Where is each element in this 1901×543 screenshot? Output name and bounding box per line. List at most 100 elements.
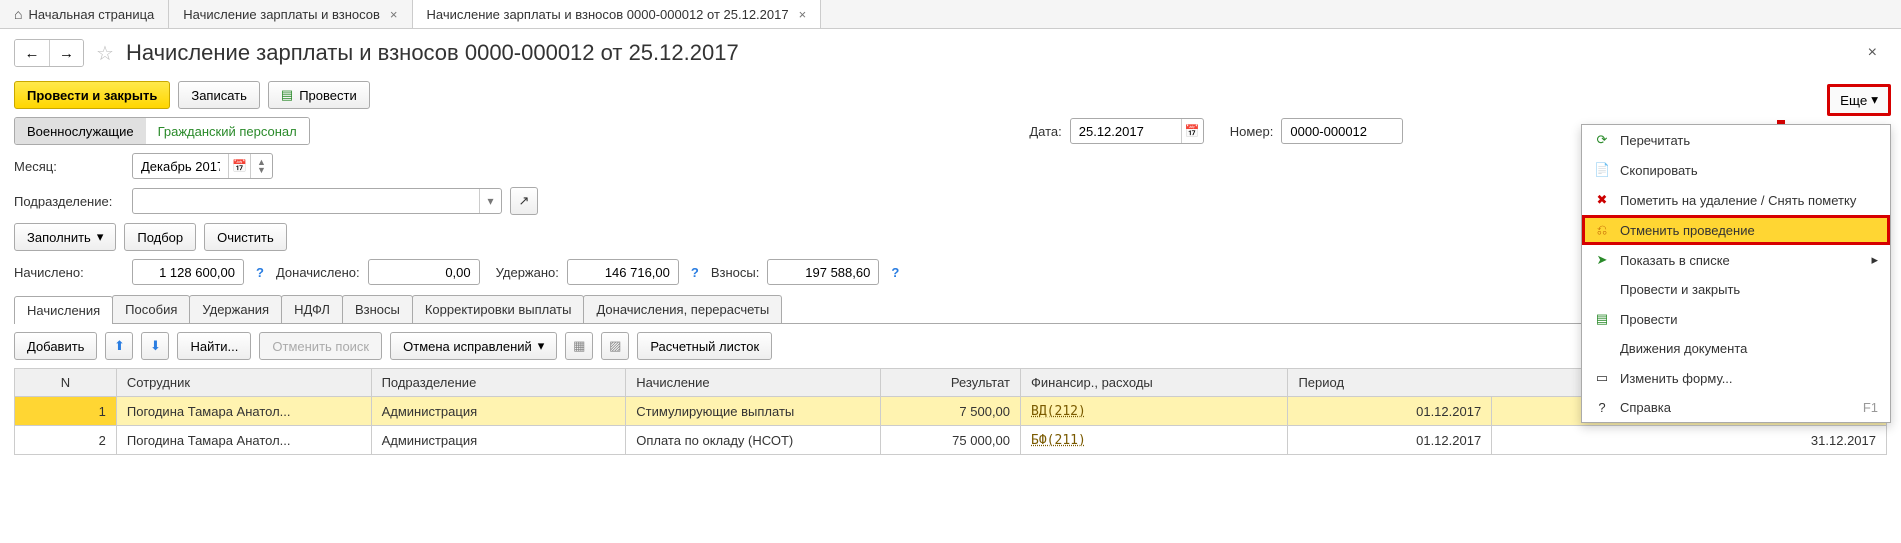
menu-label: Перечитать <box>1620 133 1690 148</box>
back-button[interactable]: ← <box>15 40 49 66</box>
personnel-toggle: Военнослужащие Гражданский персонал <box>14 117 310 145</box>
col-accrual[interactable]: Начисление <box>626 369 881 397</box>
tab-doc2[interactable]: Начисление зарплаты и взносов 0000-00001… <box>413 0 822 28</box>
number-field[interactable] <box>1282 124 1402 139</box>
withheld-field[interactable] <box>568 265 678 280</box>
number-label: Номер: <box>1230 124 1274 139</box>
cell-accrual: Стимулирующие выплаты <box>626 397 881 426</box>
menu-moves[interactable]: Движения документа <box>1582 334 1890 363</box>
menu-show-in-list[interactable]: ➤Показать в списке▸ <box>1582 245 1890 275</box>
help-icon: ? <box>1594 400 1610 415</box>
chevron-down-icon: ▾ <box>1871 92 1878 108</box>
calendar-icon[interactable]: 📅 <box>228 154 250 178</box>
menu-undo-post[interactable]: ⎌Отменить проведение <box>1582 215 1890 245</box>
favorite-icon[interactable]: ☆ <box>96 41 114 66</box>
find-button[interactable]: Найти... <box>177 332 251 360</box>
close-icon[interactable]: × <box>390 7 398 22</box>
subtab-recalc[interactable]: Доначисления, перерасчеты <box>583 295 782 323</box>
menu-label: Справка <box>1620 400 1671 415</box>
cancel-fix-button[interactable]: Отмена исправлений ▾ <box>390 332 557 360</box>
more-button[interactable]: Еще ▾ <box>1827 84 1891 116</box>
forward-button[interactable]: → <box>49 40 83 66</box>
month-field[interactable] <box>133 159 228 174</box>
cell-employee: Погодина Тамара Анатол... <box>116 426 371 455</box>
help-icon[interactable]: ? <box>887 265 903 280</box>
form-icon: ▭ <box>1594 370 1610 386</box>
financing-link[interactable]: БФ(211) <box>1031 433 1086 448</box>
menu-label: Провести и закрыть <box>1620 282 1740 297</box>
menu-post[interactable]: ▤Провести <box>1582 304 1890 334</box>
contrib-label: Взносы: <box>711 265 760 280</box>
help-icon[interactable]: ? <box>687 265 703 280</box>
department-field[interactable] <box>133 194 479 209</box>
col-employee[interactable]: Сотрудник <box>116 369 371 397</box>
accrued-label: Начислено: <box>14 265 124 280</box>
chevron-down-icon: ▾ <box>97 229 104 245</box>
subtab-corrections[interactable]: Корректировки выплаты <box>412 295 585 323</box>
tool-icon-1[interactable]: ▦ <box>565 332 593 360</box>
date-field[interactable] <box>1071 124 1181 139</box>
payslip-button[interactable]: Расчетный листок <box>637 332 772 360</box>
cell-period-from: 01.12.2017 <box>1288 426 1492 455</box>
chevron-down-icon: ▾ <box>538 338 545 354</box>
tab-label: Начисление зарплаты и взносов <box>183 7 380 22</box>
pick-button[interactable]: Подбор <box>124 223 196 251</box>
post-and-close-button[interactable]: Провести и закрыть <box>14 81 170 109</box>
department-input[interactable]: ▾ <box>132 188 502 214</box>
col-financing[interactable]: Финансир., расходы <box>1021 369 1288 397</box>
fill-label: Заполнить <box>27 230 91 245</box>
col-result[interactable]: Результат <box>880 369 1020 397</box>
date-input[interactable]: 📅 <box>1070 118 1204 144</box>
col-department[interactable]: Подразделение <box>371 369 626 397</box>
cancel-fix-label: Отмена исправлений <box>403 339 532 354</box>
cell-department: Администрация <box>371 397 626 426</box>
post-icon: ▤ <box>1594 311 1610 327</box>
menu-mark-delete[interactable]: ✖Пометить на удаление / Снять пометку <box>1582 185 1890 215</box>
tab-doc1[interactable]: Начисление зарплаты и взносов × <box>169 0 412 28</box>
move-down-button[interactable]: ⬇ <box>141 332 169 360</box>
contrib-field[interactable] <box>768 265 878 280</box>
tool-icon-2[interactable]: ▨ <box>601 332 629 360</box>
tab-label: Начальная страница <box>28 7 154 22</box>
move-up-button[interactable]: ⬆ <box>105 332 133 360</box>
menu-label: Скопировать <box>1620 163 1698 178</box>
additional-field[interactable] <box>369 265 479 280</box>
dropdown-icon[interactable]: ▾ <box>479 189 501 213</box>
help-icon[interactable]: ? <box>252 265 268 280</box>
menu-post-close[interactable]: Провести и закрыть <box>1582 275 1890 304</box>
post-button[interactable]: ▤ Провести <box>268 81 370 109</box>
menu-help[interactable]: ?СправкаF1 <box>1582 393 1890 422</box>
tab-home[interactable]: ⌂ Начальная страница <box>0 0 169 28</box>
submenu-arrow-icon: ▸ <box>1871 252 1878 268</box>
more-menu: ⟳Перечитать 📄Скопировать ✖Пометить на уд… <box>1581 124 1891 423</box>
subtab-ndfl[interactable]: НДФЛ <box>281 295 343 323</box>
fill-button[interactable]: Заполнить ▾ <box>14 223 116 251</box>
menu-copy[interactable]: 📄Скопировать <box>1582 155 1890 185</box>
col-n[interactable]: N <box>15 369 117 397</box>
open-ref-icon[interactable]: ↗ <box>510 187 538 215</box>
subtab-benefits[interactable]: Пособия <box>112 295 190 323</box>
save-button[interactable]: Записать <box>178 81 260 109</box>
cell-department: Администрация <box>371 426 626 455</box>
calendar-icon[interactable]: 📅 <box>1181 119 1203 143</box>
subtab-contrib[interactable]: Взносы <box>342 295 413 323</box>
clear-button[interactable]: Очистить <box>204 223 287 251</box>
financing-link[interactable]: ВД(212) <box>1031 404 1086 419</box>
military-toggle[interactable]: Военнослужащие <box>15 118 146 144</box>
subtab-deductions[interactable]: Удержания <box>189 295 282 323</box>
subtab-accruals[interactable]: Начисления <box>14 296 113 324</box>
arrow-down-icon: ⬇ <box>150 338 161 354</box>
number-input[interactable] <box>1281 118 1403 144</box>
spinner-icon[interactable]: ▲▼ <box>250 154 272 178</box>
month-input[interactable]: 📅 ▲▼ <box>132 153 273 179</box>
menu-reread[interactable]: ⟳Перечитать <box>1582 125 1890 155</box>
close-icon[interactable]: × <box>799 7 807 22</box>
add-row-button[interactable]: Добавить <box>14 332 97 360</box>
menu-edit-form[interactable]: ▭Изменить форму... <box>1582 363 1890 393</box>
accrued-field[interactable] <box>133 265 243 280</box>
tab-label: Начисление зарплаты и взносов 0000-00001… <box>427 7 789 22</box>
close-icon[interactable]: × <box>1868 44 1887 62</box>
menu-label: Движения документа <box>1620 341 1747 356</box>
table-row[interactable]: 2 Погодина Тамара Анатол... Администраци… <box>15 426 1887 455</box>
civil-toggle[interactable]: Гражданский персонал <box>146 118 309 144</box>
